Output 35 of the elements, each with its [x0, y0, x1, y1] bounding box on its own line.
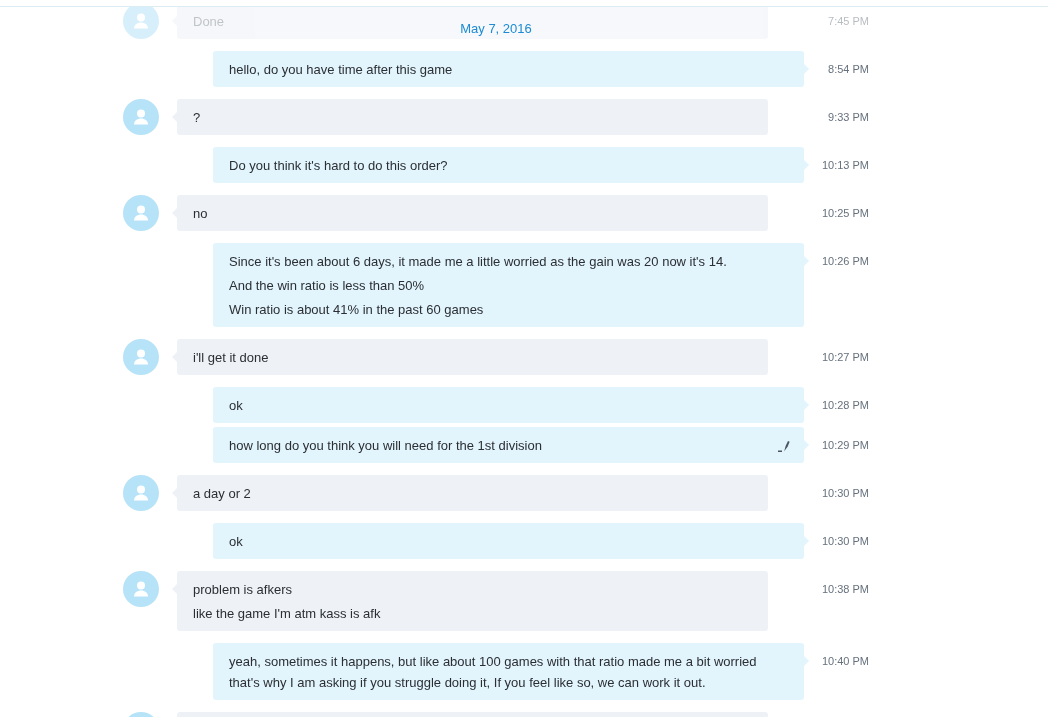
message-time: 10:38 PM [820, 582, 869, 597]
message-text: Do you think it's hard to do this order? [229, 157, 448, 175]
message-text: And the win ratio is less than 50% [229, 277, 425, 295]
message-time: 10:28 PM [820, 398, 869, 413]
message-text: i'll get it done [193, 349, 269, 367]
message-text: problem is afkers [193, 581, 292, 599]
message-time: 10:25 PM [820, 206, 869, 221]
avatar-icon [123, 7, 159, 39]
message-time: 10:40 PM [820, 654, 869, 669]
message-text: ok [229, 397, 243, 415]
date-header: May 7, 2016 [460, 20, 532, 38]
message-time: 10:30 PM [820, 534, 869, 549]
message-time: 10:26 PM [820, 254, 869, 269]
message-time: 7:45 PM [827, 14, 869, 29]
message-time: 9:33 PM [827, 110, 869, 125]
message-text: hello, do you have time after this game [229, 61, 453, 79]
message-text: ? [193, 109, 201, 127]
message-time: 10:30 PM [820, 486, 869, 501]
message-text: Win ratio is about 41% in the past 60 games [229, 301, 484, 319]
avatar-icon [123, 195, 159, 231]
message-text: how long do you think you will need for the 1st division [229, 437, 542, 455]
avatar-icon [123, 475, 159, 511]
message-time: 8:54 PM [827, 62, 869, 77]
message-time: 10:29 PM [820, 438, 869, 453]
message-time: 10:13 PM [820, 158, 869, 173]
message-time: 10:27 PM [820, 350, 869, 365]
avatar-icon [123, 99, 159, 135]
message-text: yeah, sometimes it happens, but like about 100 games with that ratio made me a bit worried that's why I am asking if you struggle doing it, If you feel like so, we can work it out. [229, 653, 758, 692]
message-text: a day or 2 [193, 485, 251, 503]
avatar-icon [123, 571, 159, 607]
message-text: ok [229, 533, 243, 551]
message-text: like the game I'm atm kass is afk [193, 605, 381, 623]
message-text: no [193, 205, 208, 223]
message-text: Since it's been about 6 days, it made me a little worried as the gain was 20 now it's 14. [229, 253, 727, 271]
avatar-icon [123, 339, 159, 375]
